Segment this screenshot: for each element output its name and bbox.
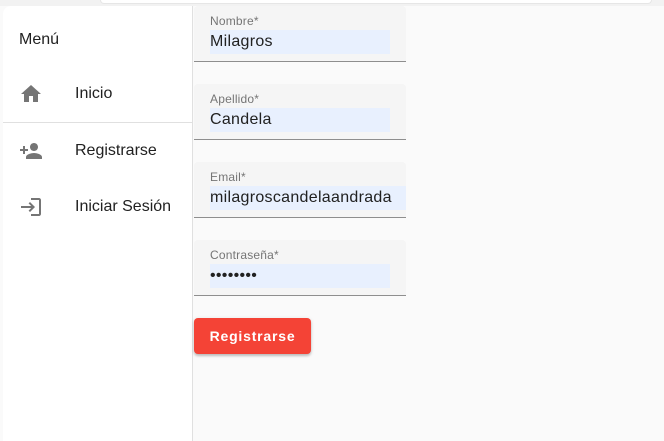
- drawer-item-label: Inicio: [75, 85, 113, 102]
- navigation-drawer: Menú Inicio Registrarse Iniciar Sesión: [3, 6, 193, 441]
- email-label: Email*: [210, 170, 246, 184]
- nombre-label: Nombre*: [210, 14, 259, 28]
- apellido-input[interactable]: [210, 108, 390, 132]
- drawer-divider: [3, 122, 192, 123]
- apellido-label: Apellido*: [210, 92, 260, 106]
- drawer-item-inicio[interactable]: Inicio: [3, 70, 192, 118]
- home-icon: [19, 82, 43, 106]
- email-input[interactable]: [210, 186, 406, 210]
- login-icon: [19, 195, 43, 219]
- registrarse-button[interactable]: Registrarse: [194, 318, 311, 354]
- email-field: Email*: [194, 162, 406, 218]
- drawer-item-registrarse[interactable]: Registrarse: [3, 127, 192, 175]
- person-add-icon: [19, 139, 43, 163]
- drawer-title: Menú: [19, 31, 60, 48]
- password-label: Contraseña*: [210, 248, 279, 262]
- password-field: Contraseña*: [194, 240, 406, 296]
- address-bar-edge: [100, 0, 652, 4]
- drawer-item-label: Registrarse: [75, 142, 157, 159]
- apellido-field: Apellido*: [194, 84, 406, 140]
- password-input[interactable]: [210, 264, 390, 288]
- nombre-input[interactable]: [210, 30, 390, 54]
- drawer-item-iniciar-sesion[interactable]: Iniciar Sesión: [3, 183, 192, 231]
- drawer-item-label: Iniciar Sesión: [75, 198, 172, 215]
- nombre-field: Nombre*: [194, 6, 406, 62]
